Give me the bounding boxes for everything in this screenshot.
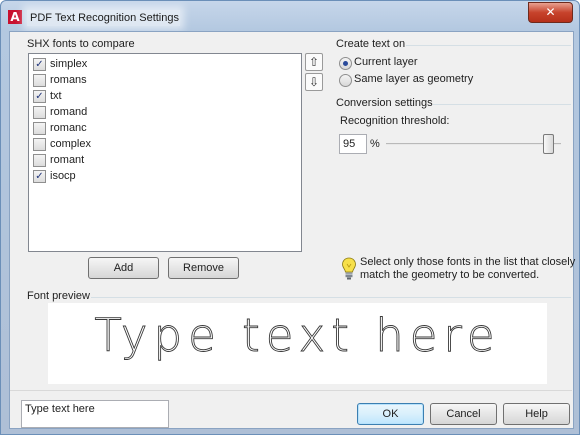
- font-preview-area: Type text here: [48, 303, 547, 384]
- font-preview-label: Font preview: [27, 290, 90, 302]
- add-button[interactable]: Add: [88, 257, 159, 279]
- font-checkbox-simplex[interactable]: ✓: [33, 58, 46, 71]
- font-checkbox-romant[interactable]: [33, 154, 46, 167]
- move-down-button[interactable]: ⇩: [305, 73, 323, 91]
- list-item-label: simplex: [50, 58, 88, 70]
- threshold-slider-track[interactable]: [386, 143, 561, 145]
- font-preview-sample: Type text here: [94, 309, 501, 363]
- cancel-button[interactable]: Cancel: [430, 403, 497, 425]
- same-layer-label: Same layer as geometry: [354, 73, 474, 85]
- list-item-label: complex: [50, 138, 91, 150]
- list-item-label: romans: [50, 74, 87, 86]
- dialog-body: SHX fonts to compare ✓ simplex romans ✓ …: [9, 31, 576, 429]
- move-down-icon: ⇩: [308, 75, 320, 89]
- list-item-label: romant: [50, 154, 85, 166]
- group-divider: [433, 104, 571, 105]
- hint-line-1: Select only those fonts in the list that…: [360, 256, 576, 268]
- list-item-label: txt: [50, 90, 62, 102]
- preview-text-input[interactable]: Type text here: [21, 400, 169, 428]
- list-item-label: romanc: [50, 122, 87, 134]
- shx-font-list[interactable]: ✓ simplex romans ✓ txt romand romanc com…: [28, 53, 302, 252]
- move-up-button[interactable]: ⇧: [305, 53, 323, 71]
- move-up-icon: ⇧: [308, 55, 320, 69]
- threshold-input[interactable]: 95: [339, 134, 367, 154]
- current-layer-label: Current layer: [354, 56, 418, 68]
- font-checkbox-romans[interactable]: [33, 74, 46, 87]
- font-checkbox-romanc[interactable]: [33, 122, 46, 135]
- create-text-on-label: Create text on: [336, 38, 406, 50]
- font-checkbox-complex[interactable]: [33, 138, 46, 151]
- dialog-window: A PDF Text Recognition Settings ✕ SHX fo…: [0, 0, 580, 435]
- conversion-settings-label: Conversion settings: [336, 97, 433, 109]
- list-item-label: romand: [50, 106, 88, 118]
- list-item-label: isocp: [50, 170, 76, 182]
- fonts-group-label: SHX fonts to compare: [27, 38, 135, 50]
- help-button[interactable]: Help: [503, 403, 570, 425]
- font-checkbox-txt[interactable]: ✓: [33, 90, 46, 103]
- group-divider: [91, 297, 571, 298]
- threshold-label: Recognition threshold:: [340, 115, 450, 127]
- threshold-unit: %: [370, 138, 380, 150]
- threshold-slider-thumb[interactable]: [542, 134, 554, 154]
- font-checkbox-romand[interactable]: [33, 106, 46, 119]
- font-checkbox-isocp[interactable]: ✓: [33, 170, 46, 183]
- lightbulb-icon: [342, 257, 356, 280]
- current-layer-radio[interactable]: [339, 57, 352, 70]
- same-layer-radio[interactable]: [339, 74, 352, 87]
- hint-line-2: match the geometry to be converted.: [360, 269, 540, 281]
- ok-button[interactable]: OK: [357, 403, 424, 425]
- remove-button[interactable]: Remove: [168, 257, 239, 279]
- footer-divider: [10, 390, 572, 391]
- group-divider: [406, 45, 571, 46]
